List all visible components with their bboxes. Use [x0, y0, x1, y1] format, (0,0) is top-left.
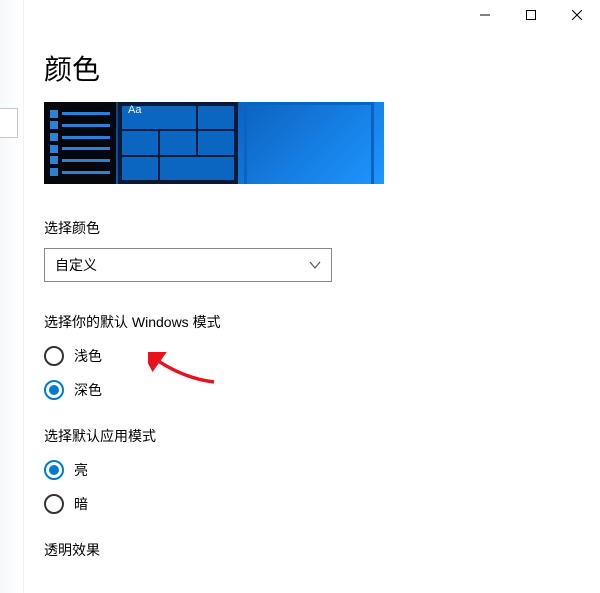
- windows-mode-label: 选择你的默认 Windows 模式: [44, 312, 580, 332]
- radio-icon: [44, 460, 64, 480]
- theme-preview: Aa: [44, 102, 384, 184]
- radio-icon: [44, 346, 64, 366]
- choose-color-label: 选择颜色: [44, 218, 580, 238]
- content-area: 颜色 Aa 选择颜色 自定义 选择你的默认 Windows 模式 浅色: [44, 40, 580, 593]
- window-controls: [462, 0, 600, 30]
- radio-label: 亮: [74, 460, 88, 480]
- radio-icon: [44, 494, 64, 514]
- preview-sample-text: Aa: [128, 104, 141, 116]
- chevron-down-icon: [309, 259, 321, 271]
- app-mode-light[interactable]: 亮: [44, 460, 580, 480]
- maximize-button[interactable]: [508, 0, 554, 30]
- app-mode-dark[interactable]: 暗: [44, 494, 580, 514]
- radio-label: 深色: [74, 380, 102, 400]
- windows-mode-light[interactable]: 浅色: [44, 346, 580, 366]
- choose-color-dropdown[interactable]: 自定义: [44, 248, 332, 282]
- page-title: 颜色: [44, 48, 580, 88]
- preview-startmenu-list: [44, 102, 116, 184]
- left-sidebar-edge: [0, 0, 24, 593]
- windows-mode-group: 浅色 深色: [44, 346, 580, 400]
- minimize-icon: [480, 10, 490, 20]
- maximize-icon: [526, 10, 536, 20]
- radio-label: 浅色: [74, 346, 102, 366]
- preview-window-frame: [244, 102, 374, 184]
- sidebar-stub: [0, 108, 18, 138]
- app-mode-label: 选择默认应用模式: [44, 426, 580, 446]
- radio-icon: [44, 380, 64, 400]
- radio-label: 暗: [74, 494, 88, 514]
- minimize-button[interactable]: [462, 0, 508, 30]
- app-mode-group: 亮 暗: [44, 460, 580, 514]
- choose-color-selected: 自定义: [55, 255, 97, 275]
- close-icon: [572, 10, 582, 20]
- close-button[interactable]: [554, 0, 600, 30]
- transparency-label: 透明效果: [44, 540, 580, 560]
- windows-mode-dark[interactable]: 深色: [44, 380, 580, 400]
